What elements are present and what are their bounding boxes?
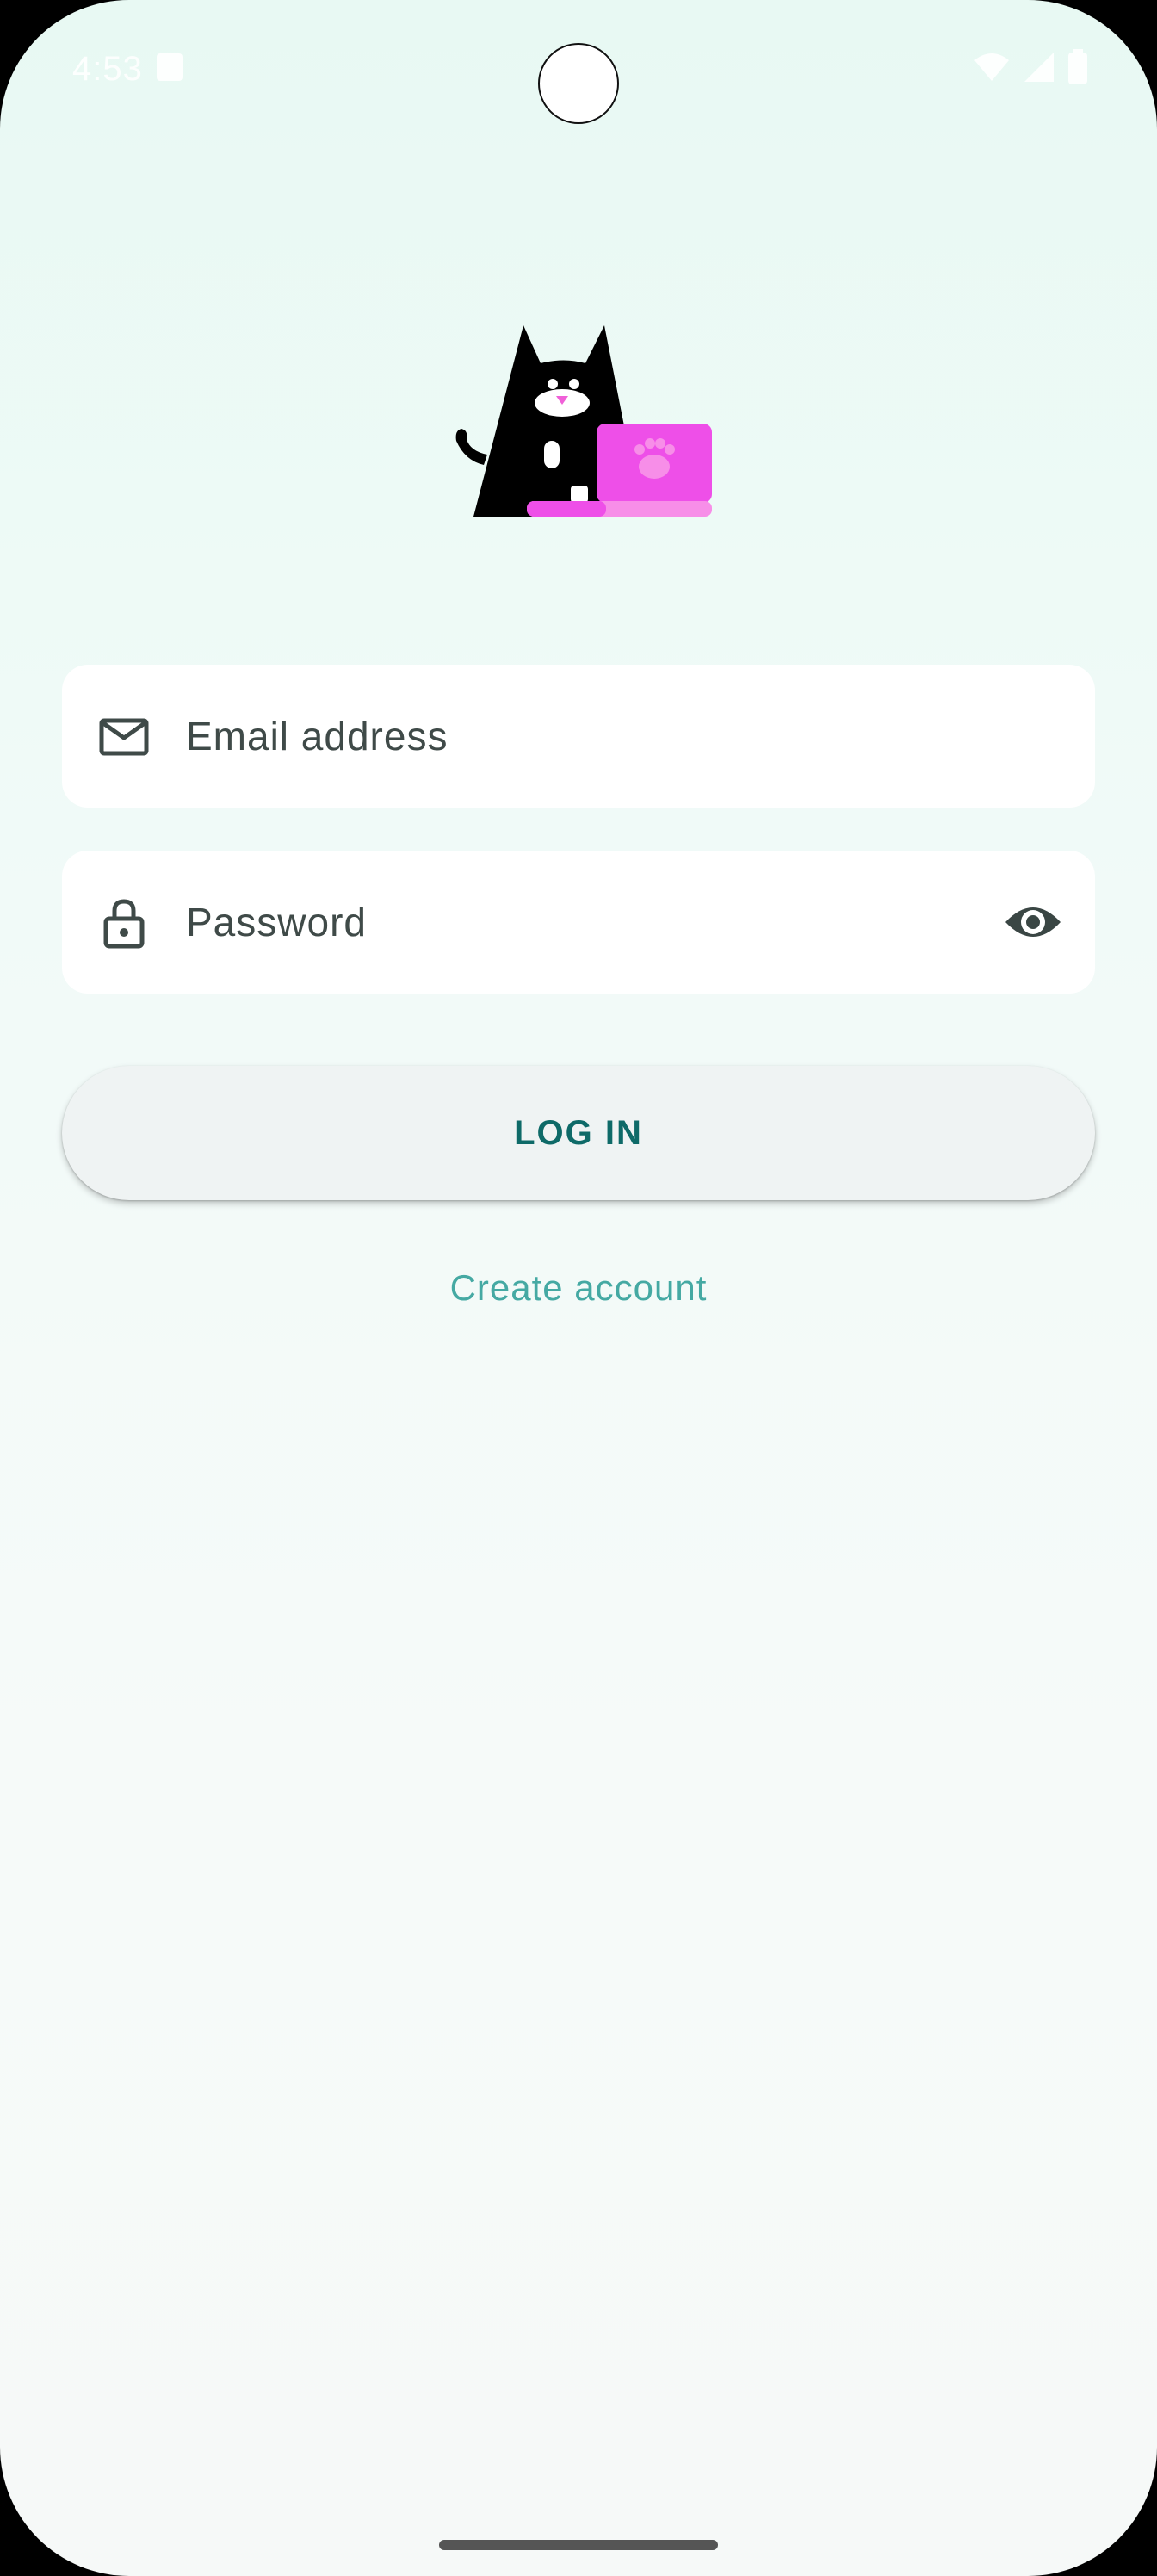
status-time: 4:53 xyxy=(72,50,143,88)
eye-icon[interactable] xyxy=(1002,891,1064,953)
create-account-link[interactable]: Create account xyxy=(0,1267,1157,1309)
mail-icon xyxy=(99,718,149,756)
home-indicator[interactable] xyxy=(439,2540,718,2550)
signal-icon xyxy=(1024,53,1054,82)
login-button[interactable]: LOG IN xyxy=(62,1066,1095,1200)
email-field[interactable] xyxy=(62,665,1095,808)
cat-with-laptop-logo xyxy=(455,325,712,517)
camera-cutout xyxy=(538,43,619,124)
password-field[interactable] xyxy=(62,851,1095,994)
wifi-icon xyxy=(974,53,1009,81)
email-input[interactable] xyxy=(186,665,1047,808)
password-input[interactable] xyxy=(186,851,926,994)
lock-icon xyxy=(103,899,145,949)
battery-icon xyxy=(1068,49,1087,84)
status-icons xyxy=(973,49,1088,84)
notification-icon xyxy=(157,53,183,81)
phone-screen: 4:53 Email address LOG IN Create account xyxy=(0,0,1157,2576)
